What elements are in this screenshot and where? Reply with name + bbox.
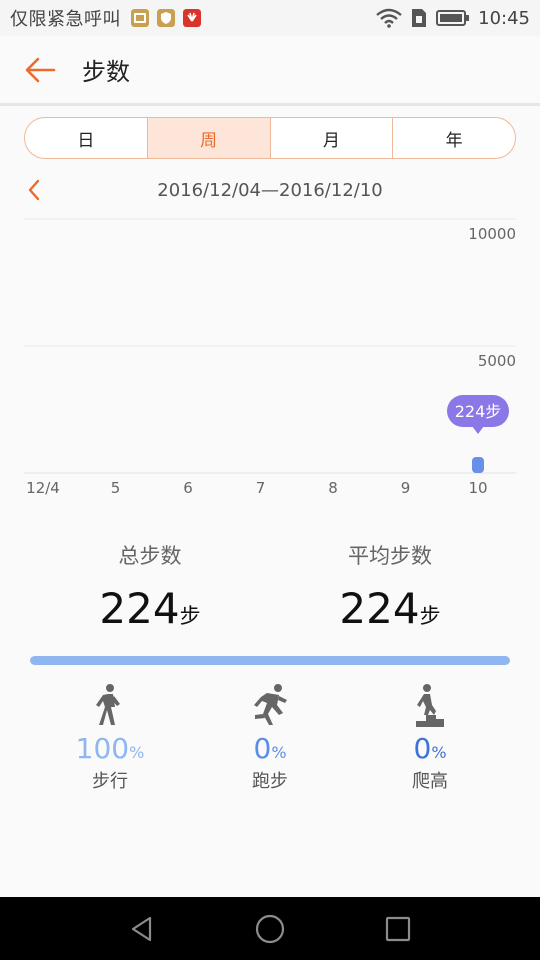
gallery-notification-icon bbox=[131, 9, 149, 27]
page-title: 步数 bbox=[82, 58, 130, 86]
tab-day[interactable]: 日 bbox=[25, 118, 148, 158]
tooltip-text: 224步 bbox=[455, 402, 502, 421]
total-steps-unit: 步 bbox=[179, 604, 201, 628]
y-tick-label: 5000 bbox=[478, 352, 516, 370]
square-recents-icon bbox=[385, 916, 411, 941]
back-button[interactable] bbox=[0, 35, 80, 105]
x-tick-label: 12/4 bbox=[26, 479, 60, 497]
total-steps-value-row: 224步 bbox=[30, 584, 270, 633]
walking-label: 步行 bbox=[92, 771, 128, 792]
clock: 10:45 bbox=[478, 7, 530, 29]
date-navigator: 2016/12/04—2016/12/10 bbox=[0, 170, 540, 210]
activity-progress-fill bbox=[30, 656, 510, 665]
status-right-group: 10:45 bbox=[376, 8, 530, 29]
total-steps-stat: 总步数 224步 bbox=[30, 540, 270, 633]
climbing-percent-row: 0% bbox=[350, 732, 510, 765]
running-percent: 0 bbox=[253, 732, 272, 765]
previous-period-button[interactable] bbox=[18, 174, 50, 206]
triangle-back-icon bbox=[131, 916, 152, 941]
x-tick-label: 9 bbox=[401, 479, 411, 497]
app-bar: 步数 bbox=[0, 36, 540, 106]
circle-home-icon bbox=[255, 914, 285, 943]
wifi-icon bbox=[376, 8, 402, 28]
y-tick-label: 10000 bbox=[468, 225, 516, 243]
back-arrow-icon bbox=[25, 57, 56, 82]
nav-back-button[interactable] bbox=[122, 909, 162, 949]
x-tick-label: 10 bbox=[468, 479, 487, 497]
tooltip-pointer bbox=[472, 426, 484, 434]
nav-home-button[interactable] bbox=[250, 909, 290, 949]
climbing-percent: 0 bbox=[413, 732, 432, 765]
activity-walking: 100% 步行 bbox=[30, 682, 190, 793]
steps-chart: 10000 5000 12/4 5 6 7 8 9 10 224步 bbox=[0, 215, 540, 505]
system-navigation-bar bbox=[0, 897, 540, 960]
walking-percent: 100 bbox=[75, 732, 130, 765]
activity-progress-bar bbox=[30, 656, 510, 665]
chevron-left-icon bbox=[28, 179, 40, 201]
x-tick-label: 5 bbox=[111, 479, 121, 497]
activity-climbing: 0% 爬高 bbox=[350, 682, 510, 793]
average-steps-label: 平均步数 bbox=[348, 544, 432, 568]
date-range-label: 2016/12/04—2016/12/10 bbox=[157, 179, 383, 201]
x-tick-label: 7 bbox=[256, 479, 266, 497]
huawei-notification-icon bbox=[183, 9, 201, 27]
running-label: 跑步 bbox=[252, 771, 288, 792]
period-tabs: 日 周 月 年 bbox=[24, 117, 516, 159]
battery-icon bbox=[436, 10, 470, 26]
climbing-label: 爬高 bbox=[412, 771, 448, 792]
walking-percent-sign: % bbox=[129, 743, 145, 762]
running-percent-sign: % bbox=[271, 743, 287, 762]
nav-recents-button[interactable] bbox=[378, 909, 418, 949]
climbing-percent-sign: % bbox=[431, 743, 447, 762]
average-steps-stat: 平均步数 224步 bbox=[270, 540, 510, 633]
tab-year[interactable]: 年 bbox=[393, 118, 515, 158]
steps-chart-svg: 10000 5000 12/4 5 6 7 8 9 10 224步 bbox=[24, 218, 516, 497]
x-tick-label: 8 bbox=[328, 479, 338, 497]
total-steps-value: 224 bbox=[99, 584, 180, 633]
activity-running: 0% 跑步 bbox=[190, 682, 350, 793]
walking-percent-row: 100% bbox=[30, 732, 190, 765]
walking-icon bbox=[30, 682, 190, 728]
sim-card-icon bbox=[412, 9, 427, 27]
status-bar: 仅限紧急呼叫 10:45 bbox=[0, 0, 540, 36]
tab-week[interactable]: 周 bbox=[147, 118, 271, 158]
bar-10 bbox=[472, 457, 484, 473]
average-steps-unit: 步 bbox=[419, 604, 441, 628]
running-percent-row: 0% bbox=[190, 732, 350, 765]
notification-icons bbox=[131, 9, 201, 27]
tab-month[interactable]: 月 bbox=[271, 118, 394, 158]
carrier-text: 仅限紧急呼叫 bbox=[10, 9, 121, 30]
average-steps-value: 224 bbox=[339, 584, 420, 633]
average-steps-value-row: 224步 bbox=[270, 584, 510, 633]
running-icon bbox=[190, 682, 350, 728]
shield-notification-icon bbox=[157, 9, 175, 27]
x-tick-label: 6 bbox=[183, 479, 193, 497]
total-steps-label: 总步数 bbox=[118, 544, 182, 568]
climbing-icon bbox=[350, 682, 510, 728]
